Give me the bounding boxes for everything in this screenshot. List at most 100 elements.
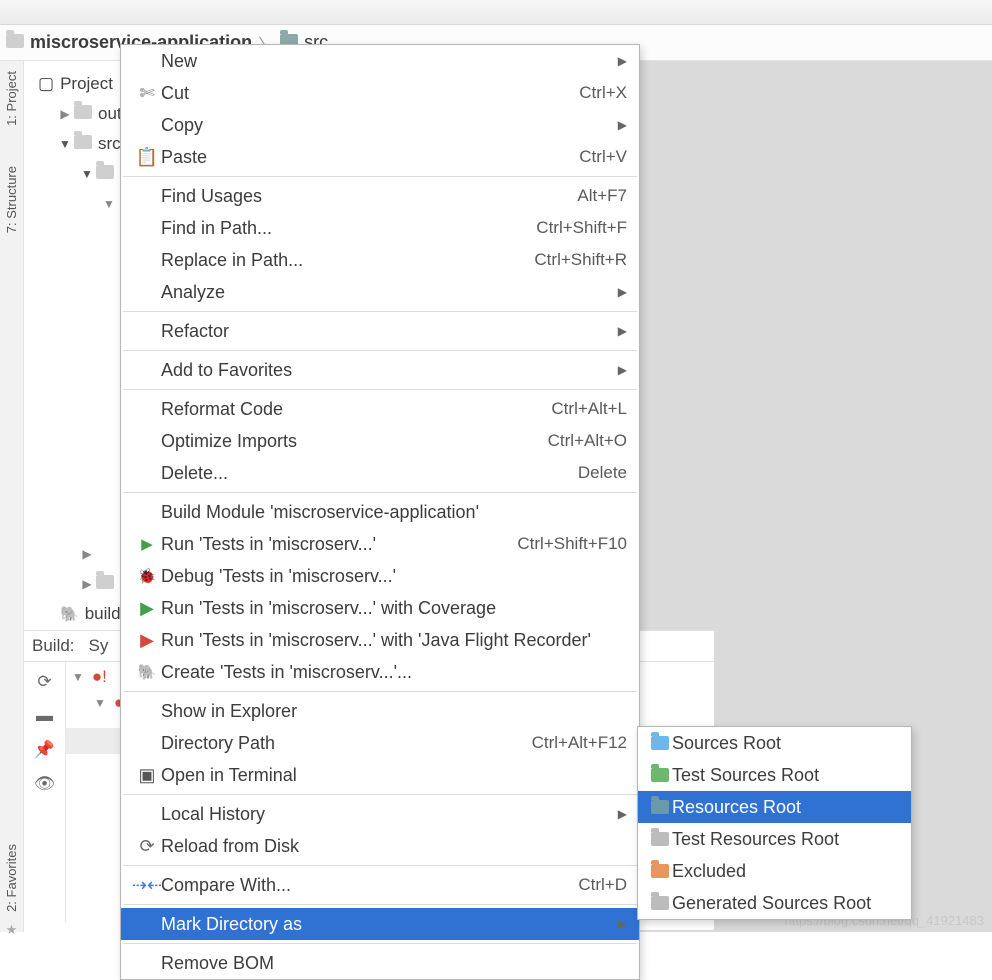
menu-item-find-in-path[interactable]: Find in Path...Ctrl+Shift+F <box>121 212 639 244</box>
menu-item-label: Find Usages <box>161 186 577 207</box>
side-tab-favorites[interactable]: 2: Favorites <box>4 834 19 922</box>
menu-item-replace-in-path[interactable]: Replace in Path...Ctrl+Shift+R <box>121 244 639 276</box>
menu-separator <box>123 492 637 493</box>
menu-separator <box>123 176 637 177</box>
cut-icon: ✄ <box>139 83 154 104</box>
eye-icon[interactable]: 👁 <box>34 774 56 794</box>
tree-heading-label: Project <box>60 74 113 94</box>
menu-item-label: Find in Path... <box>161 218 536 239</box>
menu-item-shortcut: Delete <box>578 463 627 483</box>
menu-item-debug-tests-in-miscroserv[interactable]: 🐞Debug 'Tests in 'miscroserv...' <box>121 560 639 592</box>
menu-item-remove-bom[interactable]: Remove BOM <box>121 947 639 979</box>
tree-node-label: build <box>85 604 121 624</box>
menu-item-shortcut: Ctrl+Alt+F12 <box>532 733 627 753</box>
menu-item-label: Refactor <box>161 321 618 342</box>
submenu-item-excluded[interactable]: Excluded <box>638 855 911 887</box>
menu-item-shortcut: Ctrl+Alt+O <box>548 431 627 451</box>
menu-item-optimize-imports[interactable]: Optimize ImportsCtrl+Alt+O <box>121 425 639 457</box>
folder-icon <box>651 800 669 814</box>
submenu-arrow-icon: ▶ <box>618 54 627 68</box>
menu-item-directory-path[interactable]: Directory PathCtrl+Alt+F12 <box>121 727 639 759</box>
submenu-item-test-sources-root[interactable]: Test Sources Root <box>638 759 911 791</box>
coverage-icon: ▶ <box>140 598 154 619</box>
submenu-item-label: Sources Root <box>672 733 901 754</box>
folder-icon <box>96 164 114 184</box>
menu-item-paste[interactable]: 📋PasteCtrl+V <box>121 141 639 173</box>
menu-item-label: Create 'Tests in 'miscroserv...'... <box>161 662 627 683</box>
menu-item-label: Reload from Disk <box>161 836 627 857</box>
side-tab-structure[interactable]: 7: Structure <box>4 156 19 243</box>
menu-item-label: Open in Terminal <box>161 765 627 786</box>
menu-separator <box>123 943 637 944</box>
chevron-down-icon: ▼ <box>72 670 84 684</box>
submenu-arrow-icon: ▶ <box>618 917 627 931</box>
menu-item-label: Replace in Path... <box>161 250 534 271</box>
menu-item-refactor[interactable]: Refactor▶ <box>121 315 639 347</box>
menu-item-analyze[interactable]: Analyze▶ <box>121 276 639 308</box>
folder-icon <box>651 768 669 782</box>
stop-icon[interactable]: ▬ <box>36 706 53 726</box>
build-label: Build: <box>32 636 75 656</box>
folder-icon <box>74 134 92 154</box>
submenu-arrow-icon: ▶ <box>618 324 627 338</box>
submenu-item-resources-root[interactable]: Resources Root <box>638 791 911 823</box>
submenu-arrow-icon: ▶ <box>618 118 627 132</box>
submenu-item-test-resources-root[interactable]: Test Resources Root <box>638 823 911 855</box>
folder-icon <box>651 896 669 910</box>
menu-item-open-in-terminal[interactable]: ▣ Open in Terminal <box>121 759 639 791</box>
menu-item-run-tests-in-miscroserv-with-coverage[interactable]: ▶Run 'Tests in 'miscroserv...' with Cove… <box>121 592 639 624</box>
menu-item-run-tests-in-miscroserv[interactable]: ▶Run 'Tests in 'miscroserv...'Ctrl+Shift… <box>121 528 639 560</box>
menu-item-new[interactable]: New▶ <box>121 45 639 77</box>
menu-item-find-usages[interactable]: Find UsagesAlt+F7 <box>121 180 639 212</box>
menu-item-build-module-miscroservice-application[interactable]: Build Module 'miscroservice-application' <box>121 496 639 528</box>
submenu-item-generated-sources-root[interactable]: Generated Sources Root <box>638 887 911 919</box>
menu-item-shortcut: Ctrl+V <box>579 147 627 167</box>
tree-node-label: out <box>98 104 122 124</box>
menu-item-label: Copy <box>161 115 618 136</box>
submenu-arrow-icon: ▶ <box>618 807 627 821</box>
pin-icon[interactable]: 📌 <box>34 740 55 760</box>
menu-item-reload-from-disk[interactable]: ⟳Reload from Disk <box>121 830 639 862</box>
menu-item-cut[interactable]: ✄CutCtrl+X <box>121 77 639 109</box>
menu-item-reformat-code[interactable]: Reformat CodeCtrl+Alt+L <box>121 393 639 425</box>
chevron-down-icon: ▼ <box>58 137 72 151</box>
terminal-icon: ▣ <box>138 765 155 786</box>
chevron-right-icon: ▶ <box>58 107 72 121</box>
submenu-item-label: Test Sources Root <box>672 765 901 786</box>
menu-item-add-to-favorites[interactable]: Add to Favorites▶ <box>121 354 639 386</box>
side-panel: 1: Project 7: Structure 2: Favorites ★ <box>0 61 24 932</box>
menu-item-label: Delete... <box>161 463 578 484</box>
build-tab[interactable]: Sy <box>89 636 109 656</box>
submenu-item-label: Generated Sources Root <box>672 893 901 914</box>
menu-separator <box>123 691 637 692</box>
menu-item-mark-directory-as[interactable]: Mark Directory as▶ <box>121 908 639 940</box>
chevron-right-icon: ▶ <box>80 547 94 561</box>
submenu-item-sources-root[interactable]: Sources Root <box>638 727 911 759</box>
menu-item-label: Analyze <box>161 282 618 303</box>
mark-directory-submenu: Sources Root Test Sources Root Resources R… <box>637 726 912 920</box>
chevron-down-icon: ▼ <box>80 167 94 181</box>
menu-item-show-in-explorer[interactable]: Show in Explorer <box>121 695 639 727</box>
folder-icon <box>651 736 669 750</box>
submenu-item-label: Test Resources Root <box>672 829 901 850</box>
menu-item-shortcut: Ctrl+Shift+F <box>536 218 627 238</box>
refresh-icon[interactable]: ⟳ <box>37 672 51 692</box>
context-menu: New▶✄CutCtrl+XCopy▶📋PasteCtrl+VFind Usag… <box>120 44 640 980</box>
menu-item-shortcut: Ctrl+Shift+F10 <box>517 534 627 554</box>
gradle-icon: 🐘 <box>138 663 157 681</box>
menu-item-delete[interactable]: Delete...Delete <box>121 457 639 489</box>
menu-item-label: Show in Explorer <box>161 701 627 722</box>
chevron-down-icon: ▼ <box>102 197 116 211</box>
menu-item-shortcut: Ctrl+Shift+R <box>534 250 627 270</box>
menu-item-copy[interactable]: Copy▶ <box>121 109 639 141</box>
paste-icon: 📋 <box>136 147 158 168</box>
toolbar-strip <box>0 0 992 25</box>
folder-icon <box>651 864 669 878</box>
menu-item-create-tests-in-miscroserv[interactable]: 🐘Create 'Tests in 'miscroserv...'... <box>121 656 639 688</box>
menu-item-run-tests-in-miscroserv-with-java-flight-recorder[interactable]: ▶Run 'Tests in 'miscroserv...' with 'Jav… <box>121 624 639 656</box>
side-tab-project[interactable]: 1: Project <box>4 61 19 136</box>
menu-item-label: Local History <box>161 804 618 825</box>
menu-item-compare-with[interactable]: ⇢⇠Compare With...Ctrl+D <box>121 869 639 901</box>
menu-item-local-history[interactable]: Local History▶ <box>121 798 639 830</box>
menu-item-label: Run 'Tests in 'miscroserv...' <box>161 534 517 555</box>
